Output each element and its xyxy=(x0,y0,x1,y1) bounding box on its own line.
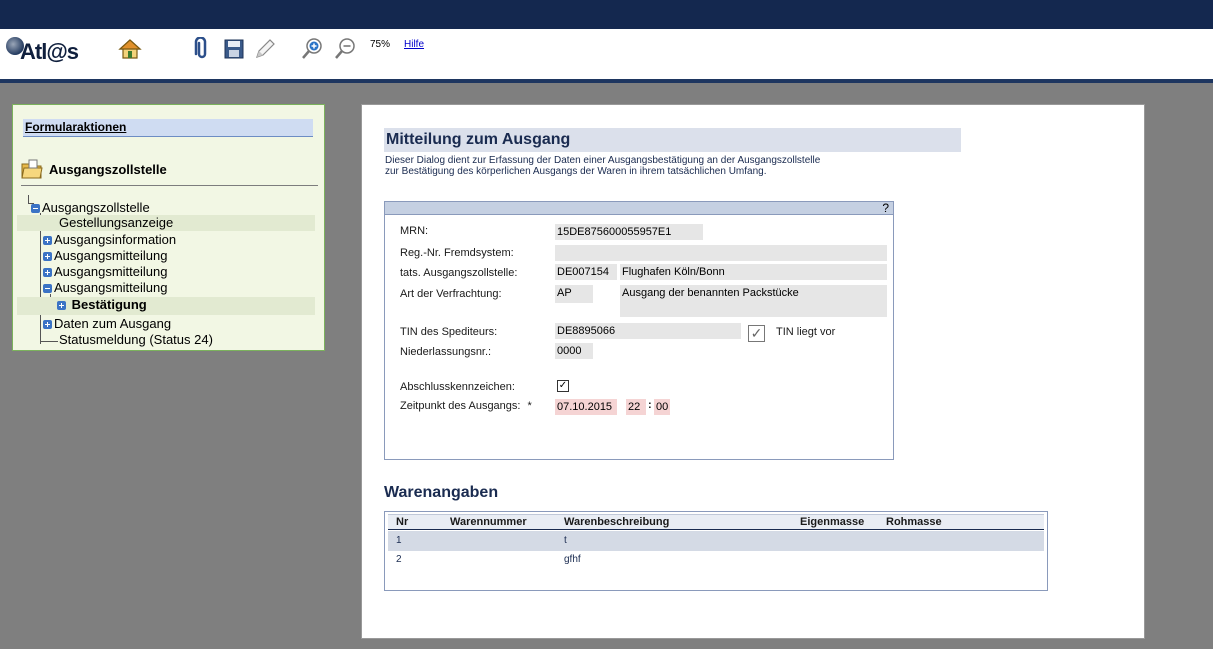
row-nr: 2 xyxy=(396,554,402,565)
column-header[interactable]: Rohmasse xyxy=(886,516,942,528)
tree-item-label: Ausgangsmitteilung xyxy=(54,248,168,263)
time-separator: : xyxy=(648,399,652,411)
office-code-field[interactable]: DE007154 xyxy=(555,264,617,280)
tree-item-ausgangszollstelle[interactable]: Ausgangszollstelle xyxy=(31,200,231,216)
tree-item-label: Ausgangsmitteilung xyxy=(54,264,168,279)
office-name-field[interactable]: Flughafen Köln/Bonn xyxy=(620,264,887,280)
tree-connector xyxy=(40,213,41,344)
reg-nr-field[interactable] xyxy=(555,245,887,261)
divider xyxy=(21,185,318,186)
tin-check-label: TIN liegt vor xyxy=(776,326,836,338)
tree-item-label: Daten zum Ausgang xyxy=(54,316,172,331)
expand-icon xyxy=(43,268,52,278)
form-description: Dieser Dialog dient zur Erfassung der Da… xyxy=(385,155,821,177)
branch-label: Niederlassungsnr.: xyxy=(400,346,492,358)
column-header[interactable]: Warennummer xyxy=(450,516,527,528)
tree-item-daten-zum-ausgang[interactable]: Daten zum Ausgang xyxy=(43,316,243,332)
atlas-logo: Atl@s xyxy=(6,37,98,64)
tree-item-gestellungsanzeige[interactable]: Gestellungsanzeige xyxy=(17,215,315,231)
dialog-header: ? xyxy=(385,201,893,215)
expand-icon xyxy=(43,236,52,246)
tree-item-label: Statusmeldung (Status 24) xyxy=(59,332,213,347)
mrn-label: MRN: xyxy=(400,225,429,237)
exit-hour-field[interactable]: 22 xyxy=(626,399,646,415)
row-description: t xyxy=(564,535,567,546)
logo-text: Atl@s xyxy=(20,39,79,64)
row-description: gfhf xyxy=(564,554,581,565)
zoom-level: 75% xyxy=(370,39,391,50)
required-marker: * xyxy=(527,400,532,412)
tree-item-label: Bestätigung xyxy=(71,297,147,312)
exit-time-label: Zeitpunkt des Ausgangs: * xyxy=(400,400,532,412)
folder-label: Ausgangszollstelle xyxy=(49,161,167,177)
help-link[interactable]: Hilfe xyxy=(404,39,424,50)
folder-header[interactable]: Ausgangszollstelle xyxy=(21,157,167,181)
exit-minute-field[interactable]: 00 xyxy=(654,399,670,415)
folder-icon xyxy=(21,159,43,179)
expand-icon xyxy=(43,252,52,262)
collapse-icon xyxy=(43,284,52,294)
office-label: tats. Ausgangszollstelle: xyxy=(400,267,518,279)
zoom-in-icon[interactable] xyxy=(299,36,325,62)
freight-label: Art der Verfrachtung: xyxy=(400,288,502,300)
tree-item-label: Gestellungsanzeige xyxy=(59,215,174,230)
goods-table-header: Nr Warennummer Warenbeschreibung Eigenma… xyxy=(388,514,1044,530)
panel-title: Formularaktionen xyxy=(23,119,313,137)
table-row[interactable]: 2 gfhf xyxy=(388,550,1044,570)
zoom-out-icon[interactable] xyxy=(332,36,358,62)
tree-connector xyxy=(40,341,58,342)
column-header[interactable]: Eigenmasse xyxy=(800,516,864,528)
home-icon[interactable] xyxy=(117,36,143,62)
tree-item-ausgangsinformation[interactable]: Ausgangsinformation xyxy=(43,232,243,248)
expand-icon xyxy=(57,301,66,311)
exit-date-field[interactable]: 07.10.2015 xyxy=(555,399,617,415)
reg-nr-label: Reg.-Nr. Fremdsystem: xyxy=(400,247,514,259)
mrn-field[interactable]: 15DE875600055957E1 xyxy=(555,224,703,240)
column-header[interactable]: Warenbeschreibung xyxy=(564,516,669,528)
expand-icon xyxy=(43,320,52,330)
tree-item-ausgangsmitteilung-3[interactable]: Ausgangsmitteilung xyxy=(43,280,243,296)
tree-item-bestaetigung[interactable]: Bestätigung xyxy=(17,297,315,315)
exit-time-label-text: Zeitpunkt des Ausgangs: xyxy=(400,400,521,412)
title-bar xyxy=(0,0,1213,29)
paperclip-icon[interactable] xyxy=(189,36,215,62)
collapse-icon xyxy=(31,204,40,214)
save-icon[interactable] xyxy=(221,36,247,62)
column-header[interactable]: Nr xyxy=(396,516,408,528)
tree-item-ausgangsmitteilung-2[interactable]: Ausgangsmitteilung xyxy=(43,264,243,280)
tree-item-label: Ausgangszollstelle xyxy=(42,200,150,215)
table-row[interactable]: 1 t xyxy=(388,531,1044,551)
tin-checkbox[interactable]: ✓ xyxy=(748,325,765,342)
goods-section-title: Warenangaben xyxy=(384,484,499,501)
tree-item-label: Ausgangsinformation xyxy=(54,232,177,247)
closing-label: Abschlusskennzeichen: xyxy=(400,381,515,393)
form-actions-panel: Formularaktionen Ausgangszollstelle Ausg… xyxy=(12,104,325,351)
freight-desc-field[interactable]: Ausgang der benannten Packstücke xyxy=(620,285,887,317)
closing-checkbox[interactable]: ✓ xyxy=(557,380,569,392)
form-title: Mitteilung zum Ausgang xyxy=(384,128,961,152)
help-button[interactable]: ? xyxy=(882,201,889,215)
branch-field[interactable]: 0000 xyxy=(555,343,593,359)
tree-item-label: Ausgangsmitteilung xyxy=(54,280,168,295)
row-nr: 1 xyxy=(396,535,402,546)
tree-item-statusmeldung[interactable]: Statusmeldung (Status 24) xyxy=(59,332,279,348)
toolbar xyxy=(0,29,1213,79)
goods-table: Nr Warennummer Warenbeschreibung Eigenma… xyxy=(384,511,1048,591)
freight-code-field[interactable]: AP xyxy=(555,285,593,303)
tin-label: TIN des Spediteurs: xyxy=(400,326,498,338)
tree-item-ausgangsmitteilung-1[interactable]: Ausgangsmitteilung xyxy=(43,248,243,264)
tin-field[interactable]: DE8895066 xyxy=(555,323,741,339)
pencil-icon[interactable] xyxy=(252,36,278,62)
